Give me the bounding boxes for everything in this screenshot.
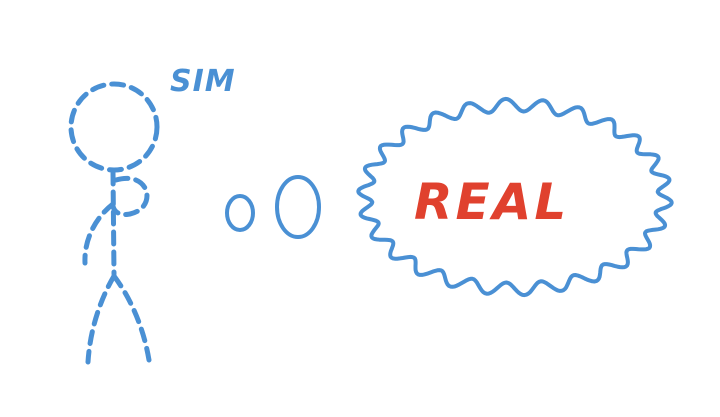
small-thought-bubble xyxy=(225,194,255,232)
figure-right-arm xyxy=(110,175,150,217)
figure-label: SIM xyxy=(170,64,236,99)
figure-right-leg xyxy=(111,273,152,363)
figure-left-arm xyxy=(82,201,116,266)
figure-head xyxy=(68,81,160,173)
dashed-stick-figure xyxy=(68,81,160,365)
cloud-label: REAL xyxy=(414,173,569,231)
sim-to-real-diagram: SIM REAL xyxy=(68,64,674,365)
figure-torso xyxy=(110,169,117,277)
large-thought-bubble xyxy=(275,175,321,239)
figure-left-leg xyxy=(85,273,117,365)
thought-bubbles xyxy=(225,175,321,239)
